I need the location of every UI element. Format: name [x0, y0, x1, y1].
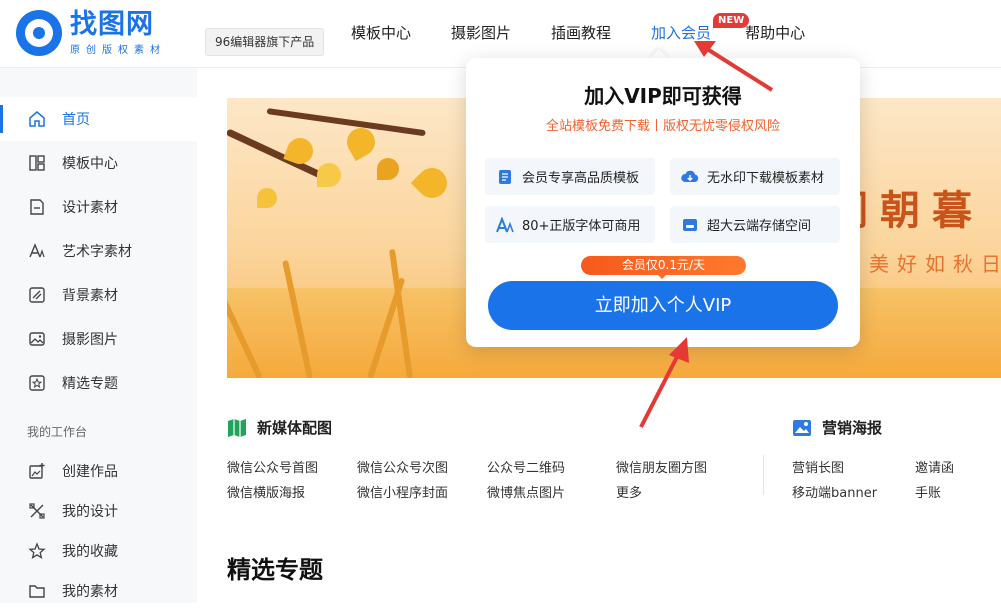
- banner-leaf: [410, 161, 454, 205]
- sidebar-item-label: 设计素材: [62, 200, 118, 216]
- sidebar-item-label: 我的收藏: [62, 544, 118, 560]
- sidebar-item-my-designs[interactable]: 我的设计: [0, 489, 197, 533]
- sidebar-item-label: 摄影图片: [62, 332, 118, 348]
- popup-subtitle: 全站模板免费下载丨版权无忧零侵权风险: [545, 119, 780, 134]
- link-more[interactable]: 更多: [616, 482, 642, 501]
- sidebar-item-design-assets[interactable]: 设计素材: [0, 185, 197, 229]
- featured-section-title: 精选专题: [227, 556, 323, 584]
- sidebar-item-my-favorites[interactable]: 我的收藏: [0, 529, 197, 573]
- category-title: 新媒体配图: [257, 419, 333, 437]
- link-moments-square[interactable]: 微信朋友圈方图: [616, 457, 707, 476]
- sidebar-item-label: 背景素材: [62, 288, 118, 304]
- home-icon: [28, 110, 46, 128]
- category-marketing: 营销海报: [792, 417, 882, 438]
- create-icon: [28, 462, 46, 480]
- popup-title: 加入VIP即可获得: [584, 84, 742, 108]
- feature-no-watermark: 无水印下载模板素材: [670, 158, 840, 195]
- join-vip-button[interactable]: 立即加入个人VIP: [488, 281, 838, 330]
- feature-label: 会员专享高品质模板: [522, 171, 640, 186]
- link-qr-code[interactable]: 公众号二维码: [487, 457, 565, 476]
- logo-icon: [16, 10, 62, 56]
- link-miniprogram-cover[interactable]: 微信小程序封面: [357, 482, 448, 501]
- poster-icon: [792, 418, 812, 438]
- sidebar: 首页 模板中心 设计素材 艺术字素材 背景素材 摄影图片 精选专题 我的工作台 …: [0, 68, 197, 603]
- feature-premium-templates: 会员专享高品质模板: [485, 158, 655, 195]
- link-journal[interactable]: 手账: [915, 482, 941, 501]
- font-icon: [496, 216, 514, 234]
- background-icon: [28, 286, 46, 304]
- sidebar-item-photos[interactable]: 摄影图片: [0, 317, 197, 361]
- new-badge: NEW: [713, 13, 750, 28]
- sidebar-item-featured-topics[interactable]: 精选专题: [0, 361, 197, 405]
- category-divider: [763, 455, 764, 495]
- banner-leaf: [377, 158, 399, 180]
- banner-leaf: [317, 163, 341, 187]
- nav-join-vip-label: 加入会员: [651, 24, 712, 42]
- sidebar-item-label: 我的素材: [62, 584, 118, 600]
- sidebar-item-create-work[interactable]: 创建作品: [0, 449, 197, 493]
- site-logo[interactable]: 找图网 原创版权素材: [16, 10, 166, 56]
- design-icon: [28, 502, 46, 520]
- nav-join-vip[interactable]: 加入会员 NEW: [651, 13, 750, 44]
- sidebar-item-label: 精选专题: [62, 376, 118, 392]
- sidebar-item-home[interactable]: 首页: [0, 97, 197, 141]
- photo-icon: [28, 330, 46, 348]
- category-new-media: 新媒体配图: [227, 417, 332, 438]
- sidebar-item-label: 首页: [62, 112, 90, 128]
- link-wechat-poster[interactable]: 微信横版海报: [227, 482, 305, 501]
- template-doc-icon: [496, 168, 514, 186]
- main-nav: 模板中心 摄影图片 插画教程 加入会员 NEW 帮助中心: [351, 13, 845, 44]
- nav-illustration-tutorial[interactable]: 插画教程: [551, 22, 611, 44]
- feature-cloud-storage: 超大云端存储空间: [670, 206, 840, 243]
- category-title: 营销海报: [822, 419, 883, 437]
- feature-label: 超大云端存储空间: [707, 219, 812, 234]
- logo-slogan: 原创版权素材: [70, 45, 166, 56]
- nav-photography[interactable]: 摄影图片: [451, 22, 511, 44]
- vip-popup: 加入VIP即可获得 全站模板免费下载丨版权无忧零侵权风险 会员专享高品质模板 无…: [466, 58, 860, 347]
- sidebar-item-label: 我的设计: [62, 504, 118, 520]
- storage-icon: [681, 216, 699, 234]
- sidebar-item-label: 创建作品: [62, 464, 118, 480]
- link-wechat-secondary[interactable]: 微信公众号次图: [357, 457, 448, 476]
- font-icon: [28, 242, 46, 260]
- workspace-heading: 我的工作台: [27, 425, 88, 439]
- sidebar-item-my-assets[interactable]: 我的素材: [0, 569, 197, 613]
- file-icon: [28, 198, 46, 216]
- cloud-download-icon: [681, 168, 699, 186]
- star-box-icon: [28, 374, 46, 392]
- feature-label: 80+正版字体可商用: [522, 219, 641, 234]
- banner-branch: [266, 108, 426, 137]
- star-icon: [28, 542, 46, 560]
- sidebar-item-backgrounds[interactable]: 背景素材: [0, 273, 197, 317]
- nav-help-center[interactable]: 帮助中心: [745, 22, 805, 44]
- book-icon: [227, 418, 247, 438]
- banner-leaf: [257, 188, 277, 208]
- price-tag: 会员仅0.1元/天: [581, 256, 746, 279]
- sidebar-item-art-fonts[interactable]: 艺术字素材: [0, 229, 197, 273]
- banner-subtitle: 美好如秋日: [869, 252, 1001, 276]
- sidebar-item-templates[interactable]: 模板中心: [0, 141, 197, 185]
- link-wechat-cover[interactable]: 微信公众号首图: [227, 457, 318, 476]
- feature-fonts: 80+正版字体可商用: [485, 206, 655, 243]
- editor-product-badge[interactable]: 96编辑器旗下产品: [205, 28, 325, 56]
- sidebar-item-label: 模板中心: [62, 156, 118, 172]
- folder-icon: [28, 582, 46, 600]
- link-weibo-focus[interactable]: 微博焦点图片: [487, 482, 565, 501]
- link-marketing-long[interactable]: 营销长图: [792, 457, 844, 476]
- template-icon: [28, 154, 46, 172]
- sidebar-item-label: 艺术字素材: [62, 244, 132, 260]
- logo-name: 找图网: [70, 9, 154, 40]
- nav-template-center[interactable]: 模板中心: [351, 22, 411, 44]
- feature-label: 无水印下载模板素材: [707, 171, 825, 186]
- link-invitation[interactable]: 邀请函: [915, 457, 954, 476]
- link-mobile-banner[interactable]: 移动端banner: [792, 482, 877, 501]
